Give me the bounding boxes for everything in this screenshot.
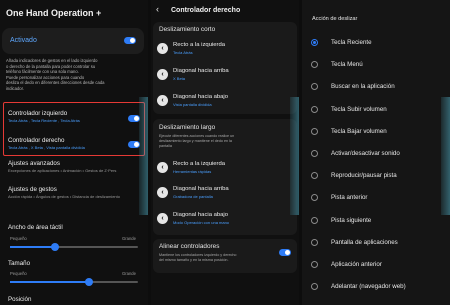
right-controller-row[interactable]: Controlador derecho Tecla Atrás , X Beta… [8, 137, 85, 150]
action-option-label: Activar/desactivar sonido [331, 150, 400, 157]
left-controller-summary: Tecla Atrás , Tecla Reciente , Tecla Atr… [8, 118, 80, 123]
description-line: indicador. [6, 85, 24, 91]
size-slider[interactable] [10, 278, 138, 286]
action-option-label: Buscar en la aplicación [331, 83, 395, 91]
radio-button[interactable] [311, 238, 318, 246]
touch-width-label: Ancho de área táctil [8, 224, 63, 231]
advanced-settings-row[interactable]: Ajustes avanzados Excepciones de aplicac… [8, 160, 116, 173]
action-option[interactable]: Tecla Subir volumen [311, 99, 446, 119]
action-option-label: Pista siguiente [331, 216, 372, 224]
radio-button[interactable] [311, 61, 318, 69]
left-controller-row[interactable]: Controlador izquierdo Tecla Atrás , Tecl… [8, 110, 80, 123]
advanced-settings-title: Ajustes avanzados [8, 160, 60, 167]
action-option[interactable]: Tecla Bajar volumen [311, 121, 446, 141]
action-option-label: Tecla Menú [331, 61, 363, 69]
radio-button[interactable] [311, 261, 318, 268]
size-knob[interactable] [85, 278, 94, 286]
action-option-label: Tecla Reciente [331, 39, 372, 46]
right-controller-summary: Tecla Atrás , X Beta , Vista pantalla di… [8, 145, 85, 150]
right-edge-gesture-handle[interactable] [441, 97, 450, 215]
touch-width-fill [10, 246, 55, 248]
long-swipe-section-title: Deslizamiento largo [159, 124, 216, 131]
radio-button[interactable] [311, 283, 318, 291]
action-option-label: Pista anterior [331, 194, 368, 202]
swipe-left-icon: ‹ [157, 162, 168, 173]
advanced-settings-summary: Excepciones de aplicaciones • Animación … [8, 168, 117, 173]
touch-width-min: Pequeño [10, 236, 27, 241]
swipe-action-dialog: Acción de deslizar Tecla Reciente Tecla M… [302, 0, 450, 305]
action-option-label: Reproducir/pausar pista [331, 172, 397, 180]
swipe-down-left-icon: ‹ [157, 95, 168, 106]
action-option-label: Aplicación anterior [331, 261, 382, 268]
radio-button[interactable] [311, 83, 318, 91]
radio-button[interactable] [311, 105, 318, 113]
gesture-settings-title: Ajustes de gestos [8, 186, 57, 193]
action-option-label: Tecla Bajar volumen [331, 127, 387, 135]
activated-label: Activado [10, 37, 37, 44]
action-option[interactable]: Pista siguiente [311, 210, 446, 230]
feature-description: Añada indicadores de gestos en el lado i… [6, 58, 140, 92]
action-option[interactable]: Pista anterior [311, 187, 446, 207]
align-controllers-description: Mantiene los controladores izquierdo y d… [159, 253, 237, 262]
action-option[interactable]: Reproducir/pausar pista [311, 165, 446, 185]
activated-toggle[interactable] [124, 37, 136, 44]
back-arrow-icon[interactable]: ‹ [156, 4, 159, 14]
action-option[interactable]: Activar/desactivar sonido [311, 143, 446, 163]
size-max: Grande [122, 271, 136, 276]
action-option-label: Pantalla de aplicaciones [331, 238, 398, 246]
touch-width-knob[interactable] [50, 243, 59, 251]
activated-row[interactable]: Activado [2, 28, 144, 54]
gesture-settings-summary: Acción rápida • Ángulos de gestos • Dist… [8, 194, 120, 199]
page-title: Controlador derecho [171, 7, 241, 14]
right-edge-gesture-handle[interactable] [290, 97, 299, 215]
action-option[interactable]: Tecla Menú [311, 54, 446, 74]
long-swipe-description: Ejecute diferentes acciones cuando reali… [159, 134, 235, 148]
short-swipe-section-title: Deslizamiento corto [159, 26, 216, 33]
size-label: Tamaño [8, 260, 31, 267]
right-controller-panel: ‹ Controlador derecho Deslizamiento cort… [151, 0, 299, 305]
touch-width-max: Grande [122, 236, 136, 241]
radio-button[interactable] [311, 39, 318, 46]
align-controllers-title: Alinear controladores [159, 243, 220, 250]
radio-button[interactable] [311, 172, 318, 180]
action-option[interactable]: Tecla Reciente [311, 32, 446, 52]
position-label: Posición [8, 296, 32, 303]
radio-button[interactable] [311, 194, 318, 202]
right-edge-gesture-handle[interactable] [139, 97, 148, 215]
action-option-label: Adelantar (navegador web) [331, 283, 406, 291]
radio-button[interactable] [311, 127, 318, 135]
left-controller-title: Controlador izquierdo [8, 110, 68, 117]
page-title: One Hand Operation + [6, 8, 102, 18]
dialog-title: Acción de deslizar [312, 16, 358, 22]
radio-button[interactable] [311, 216, 318, 224]
action-option[interactable]: Buscar en la aplicación [311, 76, 446, 96]
swipe-up-left-icon: ‹ [157, 187, 168, 198]
action-option-label: Tecla Subir volumen [331, 105, 387, 113]
gesture-settings-row[interactable]: Ajustes de gestos Acción rápida • Ángulo… [8, 186, 120, 199]
settings-main-panel: One Hand Operation + Activado Añada indi… [0, 0, 148, 305]
swipe-up-left-icon: ‹ [157, 69, 168, 80]
action-option[interactable]: Adelantar (navegador web) [311, 276, 446, 296]
action-option[interactable]: Aplicación anterior [311, 254, 446, 274]
radio-button[interactable] [311, 150, 318, 157]
swipe-down-left-icon: ‹ [157, 213, 168, 224]
size-min: Pequeño [10, 271, 27, 276]
touch-width-slider[interactable] [10, 243, 138, 251]
size-fill [10, 281, 90, 283]
action-option[interactable]: Pantalla de aplicaciones [311, 232, 446, 252]
align-controllers-toggle[interactable] [279, 249, 291, 256]
swipe-left-icon: ‹ [157, 43, 168, 54]
right-controller-title: Controlador derecho [8, 137, 65, 144]
